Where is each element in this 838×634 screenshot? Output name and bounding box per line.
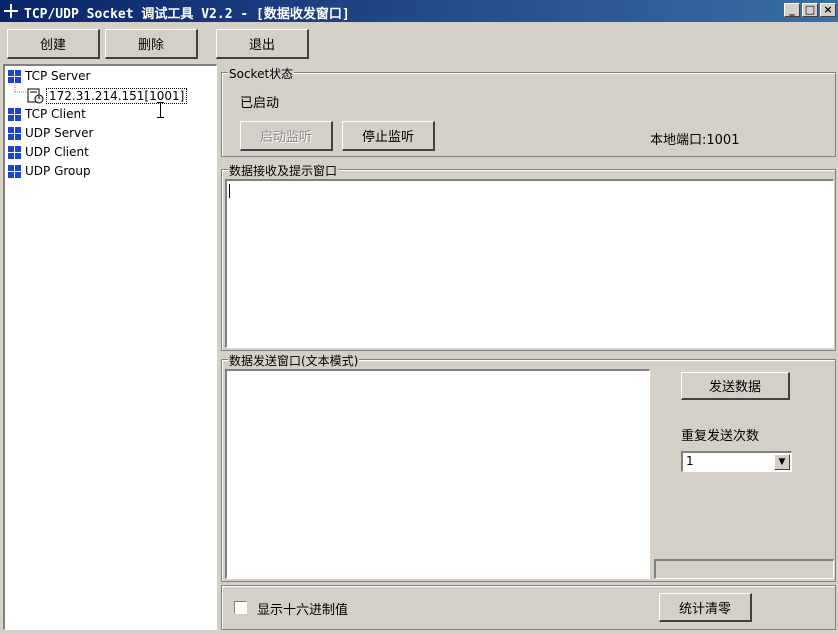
- tree-item-tcp-client[interactable]: TCP Client: [8, 107, 86, 121]
- connection-icon: [27, 88, 44, 104]
- tree-item-label: TCP Server: [25, 69, 91, 83]
- maximize-button[interactable]: □: [802, 3, 818, 17]
- exit-button[interactable]: 退出: [216, 29, 309, 59]
- receive-text-area[interactable]: [225, 179, 834, 348]
- tree-item-label: UDP Server: [25, 126, 94, 140]
- tree-item-udp-client[interactable]: UDP Client: [8, 145, 89, 159]
- socket-status-legend: Socket状态: [228, 65, 295, 82]
- udp-server-icon: [8, 126, 21, 140]
- minimize-button[interactable]: _: [784, 3, 800, 17]
- tree-connector: [14, 83, 27, 93]
- stop-listen-button[interactable]: 停止监听: [342, 121, 435, 151]
- delete-button[interactable]: 删除: [105, 29, 198, 59]
- text-cursor-icon: [157, 102, 164, 118]
- window-title: TCP/UDP Socket 调试工具 V2.2 - [数据收发窗口]: [24, 7, 350, 22]
- tree-item-udp-server[interactable]: UDP Server: [8, 126, 93, 140]
- tree-item-label: UDP Group: [25, 164, 91, 178]
- socket-state-text: 已启动: [240, 96, 280, 111]
- hex-display-checkbox[interactable]: [234, 601, 247, 614]
- connection-tree[interactable]: TCP Server 172.31.214.151[1001] TCP Clie…: [3, 64, 217, 630]
- title-bar: TCP/UDP Socket 调试工具 V2.2 - [数据收发窗口] _ □ …: [0, 0, 838, 22]
- hex-display-label: 显示十六进制值: [257, 603, 349, 618]
- send-text-area[interactable]: [225, 369, 650, 579]
- send-data-button[interactable]: 发送数据: [681, 372, 790, 400]
- tcp-client-icon: [8, 107, 21, 121]
- chevron-down-icon[interactable]: ▼: [774, 454, 790, 470]
- close-button[interactable]: ×: [820, 3, 836, 17]
- start-listen-button[interactable]: 启动监听: [240, 121, 333, 151]
- clear-stats-button[interactable]: 统计清零: [659, 593, 752, 622]
- create-button[interactable]: 创建: [7, 29, 100, 59]
- app-icon: [4, 4, 18, 18]
- window-controls: _ □ ×: [784, 3, 836, 17]
- caret: [229, 184, 230, 198]
- send-legend: 数据发送窗口(文本模式): [228, 352, 360, 369]
- udp-client-icon: [8, 145, 21, 159]
- repeat-count-value: 1: [686, 454, 694, 468]
- tree-item-udp-group[interactable]: UDP Group: [8, 164, 91, 178]
- repeat-count-label: 重复发送次数: [681, 429, 760, 444]
- tree-item-label: TCP Client: [25, 107, 86, 121]
- local-port-text: 本地端口:1001: [650, 133, 740, 148]
- status-field: [654, 559, 834, 579]
- repeat-count-select[interactable]: 1 ▼: [681, 451, 792, 472]
- tcp-server-icon: [8, 69, 21, 83]
- udp-group-icon: [8, 164, 21, 178]
- receive-legend: 数据接收及提示窗口: [228, 162, 339, 179]
- tree-item-label: UDP Client: [25, 145, 89, 159]
- tree-item-label: 172.31.214.151[1001]: [46, 88, 188, 104]
- tree-item-tcp-server[interactable]: TCP Server: [8, 69, 90, 83]
